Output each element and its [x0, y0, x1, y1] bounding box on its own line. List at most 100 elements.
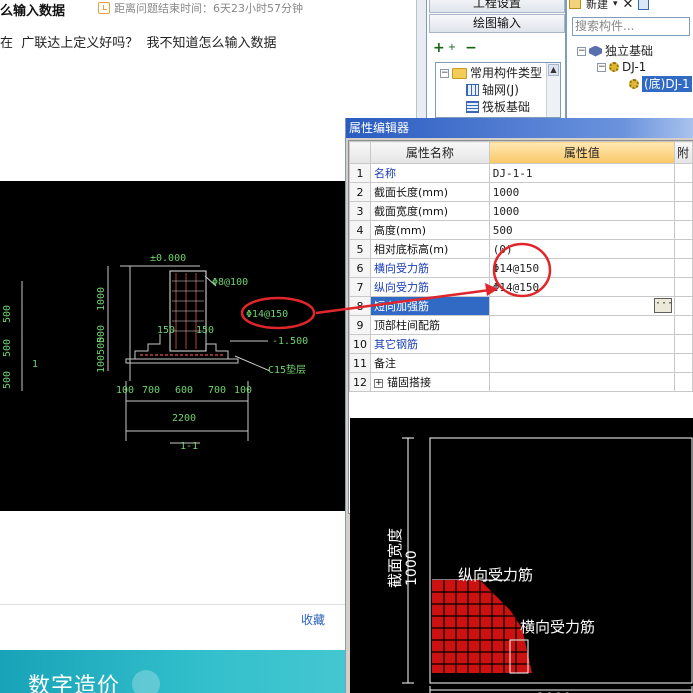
- property-value-cell[interactable]: (0): [488, 239, 675, 259]
- property-name-cell[interactable]: 高度(mm): [370, 220, 490, 240]
- ellipsis-button[interactable]: ···: [653, 298, 673, 313]
- component-search-input[interactable]: 搜索构件...: [572, 17, 690, 36]
- property-row[interactable]: 6 横向受力筋 Φ14@150: [349, 258, 693, 278]
- property-value-cell[interactable]: Φ14@150: [488, 277, 675, 297]
- cad-dim-100-500: 100500: [96, 337, 107, 373]
- clock-icon: [98, 2, 110, 14]
- extra-cell: [673, 353, 693, 373]
- property-row[interactable]: 4 高度(mm) 500: [349, 220, 693, 240]
- property-name-cell[interactable]: 截面宽度(mm): [370, 201, 490, 221]
- property-name-cell[interactable]: 截面长度(mm): [370, 182, 490, 202]
- property-value-text: (0): [492, 242, 513, 256]
- property-row[interactable]: 8 短向加强筋 ···: [349, 296, 693, 316]
- property-row[interactable]: 10 其它钢筋: [349, 334, 693, 354]
- property-row[interactable]: 2 截面长度(mm) 1000: [349, 182, 693, 202]
- cad-bottom-dim-5: 100: [234, 385, 252, 396]
- drawing-input-button[interactable]: 绘图输入: [429, 14, 565, 33]
- copy-icon[interactable]: [638, 0, 650, 10]
- property-name-label: 备注: [374, 357, 396, 370]
- property-row[interactable]: 11 备注: [349, 353, 693, 373]
- property-value-cell[interactable]: [488, 353, 675, 373]
- cad-bottom-dim-1: 100: [116, 385, 134, 396]
- cad-dim-1000: 1000: [96, 287, 107, 311]
- row-index: 11: [349, 353, 371, 373]
- row-index: 10: [349, 334, 371, 354]
- property-name-cell[interactable]: 其它钢筋: [370, 334, 490, 354]
- property-name-cell[interactable]: 短向加强筋: [370, 296, 490, 316]
- cad-bottom-dim-2: 700: [142, 385, 160, 396]
- question-timer: 距离问题结束时间：6天23小时57分钟: [98, 0, 303, 16]
- web-divider: [0, 604, 346, 605]
- property-name-cell[interactable]: 名称: [370, 163, 490, 183]
- tree-node-dj1-bottom-label: (底)DJ-1: [642, 76, 692, 92]
- collapse-icon[interactable]: −: [577, 46, 586, 56]
- property-name-label: 高度(mm): [374, 224, 427, 237]
- foundation-icon: [589, 45, 602, 57]
- cad-base-level: -1.500: [272, 336, 308, 347]
- property-name-cell[interactable]: 纵向受力筋: [370, 277, 490, 297]
- folder-icon: [452, 67, 467, 79]
- expand-icon[interactable]: +: [374, 378, 383, 388]
- collapse-icon[interactable]: −: [440, 68, 449, 78]
- expand-all-icon[interactable]: +: [433, 40, 445, 56]
- dropdown-arrow-icon[interactable]: ▾: [613, 0, 618, 9]
- tree-scrollbar[interactable]: ▲: [546, 63, 560, 117]
- property-table: 属性名称 属性值 附 1 名称 DJ-1-1 2 截面长度(mm) 1000 3 截面宽度(m…: [349, 141, 693, 392]
- tree-node-raft[interactable]: 筏板基础: [466, 99, 530, 115]
- collapse-icon[interactable]: −: [597, 62, 606, 72]
- component-list-panel: 新建 ▾ ✕ 搜索构件... − 独立基础 − DJ-1 (底)DJ-1: [566, 0, 693, 118]
- property-row[interactable]: 7 纵向受力筋 Φ14@150: [349, 277, 693, 297]
- property-value-cell[interactable]: Φ14@150: [488, 258, 675, 278]
- row-index: 9: [349, 315, 371, 335]
- property-value-cell[interactable]: [488, 334, 675, 354]
- property-editor-title: 属性编辑器: [346, 118, 693, 138]
- property-row[interactable]: 3 截面宽度(mm) 1000: [349, 201, 693, 221]
- tree-node-dj1-bottom[interactable]: (底)DJ-1: [629, 76, 692, 92]
- property-name-label: 名称: [374, 167, 396, 180]
- property-value-cell[interactable]: DJ-1-1: [488, 163, 675, 183]
- property-row[interactable]: 1 名称 DJ-1-1: [349, 163, 693, 183]
- section-preview: 纵向受力筋 横向受力筋 截面宽度 1000 1000: [350, 418, 693, 693]
- property-value-cell[interactable]: 1000: [488, 182, 675, 202]
- new-component-button[interactable]: 新建: [586, 0, 608, 12]
- row-index: 4: [349, 220, 371, 240]
- section-preview-svg: 纵向受力筋 横向受力筋 截面宽度 1000 1000: [386, 437, 693, 693]
- tree-node-dj1[interactable]: − DJ-1: [597, 59, 646, 75]
- property-value-cell[interactable]: ···: [488, 296, 675, 316]
- property-name-cell[interactable]: 横向受力筋: [370, 258, 490, 278]
- property-name-cell[interactable]: 备注: [370, 353, 490, 373]
- panel-splitter[interactable]: [416, 0, 426, 118]
- collect-link[interactable]: 收藏: [301, 611, 325, 628]
- brand-banner: 数字造价: [0, 650, 346, 693]
- property-value-cell[interactable]: [488, 315, 675, 335]
- property-row[interactable]: 12 + 锚固搭接: [349, 372, 693, 392]
- property-name-label: 截面长度(mm): [374, 186, 449, 199]
- brand-text: 数字造价: [28, 674, 121, 693]
- property-value-cell[interactable]: 1000: [488, 201, 675, 221]
- property-table-header: 属性名称 属性值 附: [349, 141, 693, 164]
- scroll-up-icon[interactable]: ▲: [548, 64, 559, 76]
- project-settings-button[interactable]: 工程设置: [429, 0, 565, 13]
- timer-text: 距离问题结束时间：6天23小时57分钟: [114, 2, 303, 15]
- collapse-all-icon[interactable]: −: [465, 40, 477, 56]
- cad-dim-150a: 150: [157, 325, 175, 336]
- property-value-cell[interactable]: 500: [488, 220, 675, 240]
- property-name-label: 相对底标高(m): [374, 243, 449, 256]
- tree-node-axis-label: 轴网(J): [482, 83, 519, 97]
- property-value-cell[interactable]: [488, 372, 675, 392]
- row-index: 3: [349, 201, 371, 221]
- delete-icon[interactable]: ✕: [623, 0, 634, 12]
- tree-node-isolated-foundation[interactable]: − 独立基础: [577, 43, 653, 59]
- property-name-cell[interactable]: 相对底标高(m): [370, 239, 490, 259]
- dim-side-1000: 1000: [404, 550, 420, 586]
- tree-node-common-label: 常用构件类型: [470, 66, 543, 80]
- tree-node-axis[interactable]: 轴网(J): [466, 82, 519, 98]
- property-row[interactable]: 5 相对底标高(m) (0): [349, 239, 693, 259]
- property-row[interactable]: 9 顶部柱间配筋: [349, 315, 693, 335]
- property-name-cell[interactable]: + 锚固搭接: [370, 372, 490, 392]
- property-name-cell[interactable]: 顶部柱间配筋: [370, 315, 490, 335]
- property-name-label: 顶部柱间配筋: [374, 319, 440, 332]
- tree-node-common[interactable]: − 常用构件类型: [440, 65, 542, 81]
- header-extra: 附: [673, 141, 693, 164]
- property-value-text: 500: [492, 223, 513, 237]
